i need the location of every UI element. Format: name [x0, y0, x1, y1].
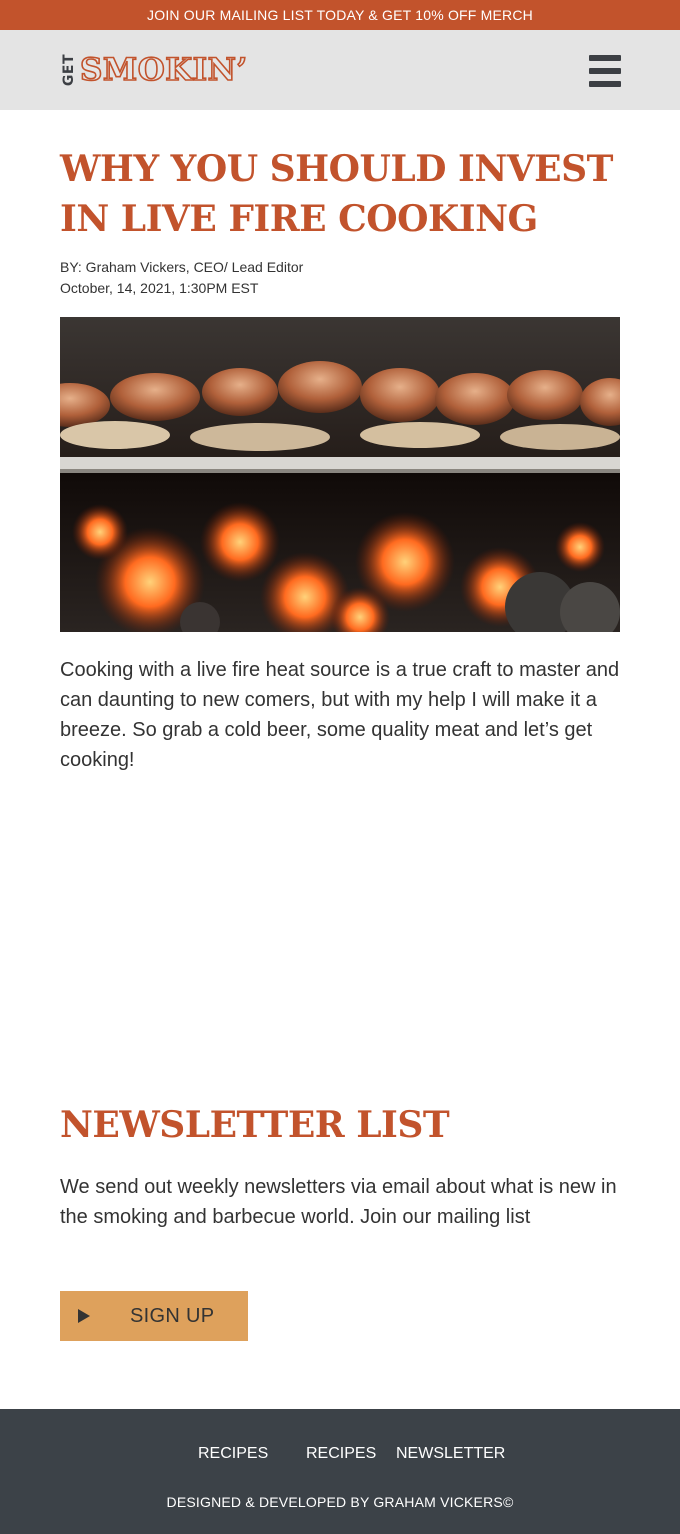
footer-credit: DESIGNED & DEVELOPED BY GRAHAM VICKERS© — [166, 1494, 514, 1510]
promo-text[interactable]: JOIN OUR MAILING LIST TODAY & GET 10% OF… — [147, 7, 533, 23]
menu-bar — [589, 81, 621, 87]
logo-prefix: GET — [61, 53, 77, 87]
hero-image — [60, 317, 620, 632]
hamburger-menu-icon[interactable] — [588, 54, 622, 88]
newsletter-heading: NEWSLETTER LIST — [60, 1104, 450, 1146]
sign-up-button[interactable]: SIGN UP — [60, 1291, 248, 1341]
menu-bar — [589, 68, 621, 74]
site-footer: RECIPES RECIPES NEWSLETTER DESIGNED & DE… — [0, 1409, 680, 1534]
footer-link-recipes[interactable]: RECIPES — [198, 1445, 268, 1463]
footer-link-newsletter[interactable]: NEWSLETTER — [396, 1445, 505, 1463]
sign-up-label: SIGN UP — [130, 1305, 215, 1327]
promo-banner[interactable]: JOIN OUR MAILING LIST TODAY & GET 10% OF… — [0, 0, 680, 30]
article-body: Cooking with a live fire heat source is … — [60, 659, 620, 771]
logo-name: SMOKIN’ — [79, 51, 248, 89]
grill-photo — [60, 317, 620, 632]
menu-bar — [589, 55, 621, 61]
article-date: October, 14, 2021, 1:30PM EST — [60, 280, 259, 296]
site-logo[interactable]: GET SMOKIN’ — [60, 51, 248, 89]
site-header: GET SMOKIN’ — [0, 30, 680, 110]
play-icon — [78, 1309, 90, 1323]
article-byline: BY: Graham Vickers, CEO/ Lead Editor — [60, 259, 304, 275]
footer-link-recipes-2[interactable]: RECIPES — [306, 1445, 376, 1463]
newsletter-description: We send out weekly newsletters via email… — [60, 1176, 617, 1228]
article-title: WHY YOU SHOULD INVEST IN LIVE FIRE COOKI… — [60, 148, 613, 240]
footer-nav: RECIPES RECIPES NEWSLETTER — [0, 1445, 680, 1467]
